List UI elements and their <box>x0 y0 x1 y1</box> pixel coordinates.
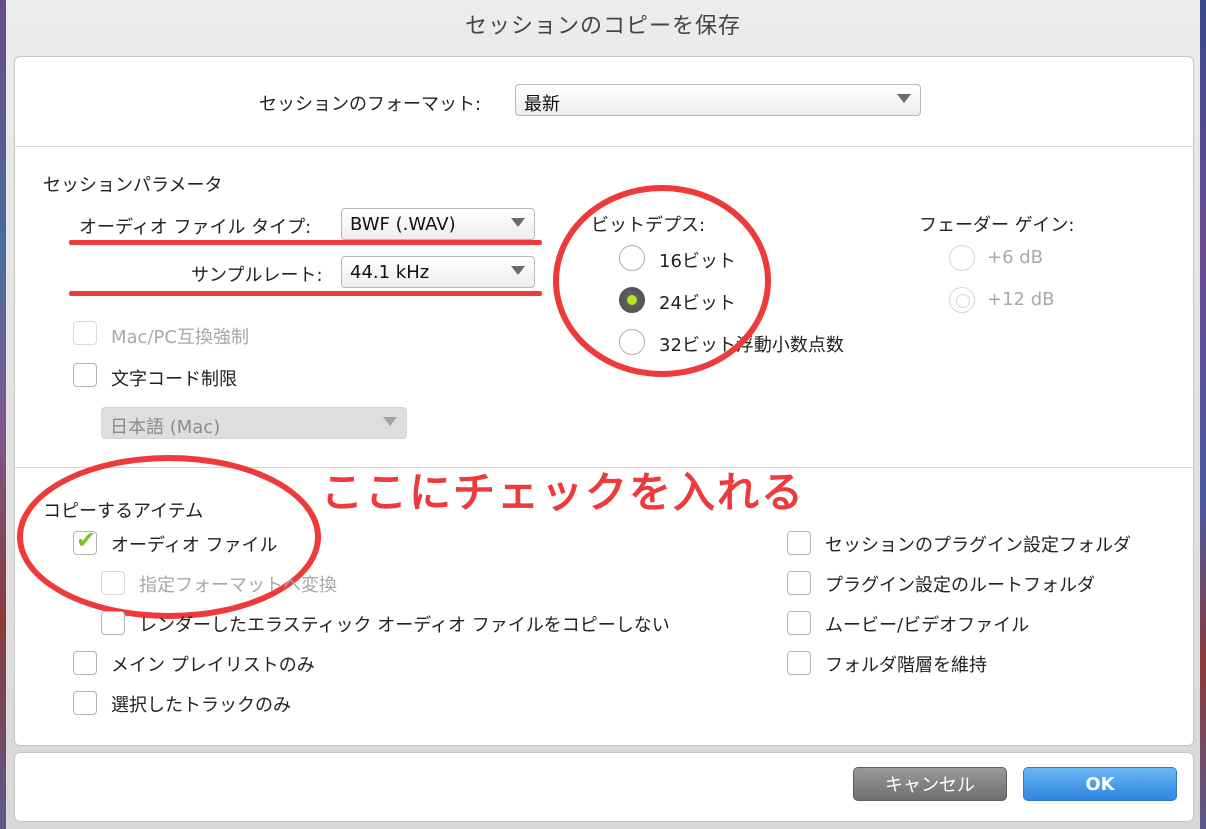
sample-rate-select[interactable]: 44.1 kHz <box>341 256 535 288</box>
fader-gain-6db-radio[interactable] <box>949 245 975 271</box>
audio-file-type-value: BWF (.WAV) <box>350 214 456 235</box>
audio-file-type-select[interactable]: BWF (.WAV) <box>341 208 535 240</box>
plugin-settings-folder-label: セッションのプラグイン設定フォルダ <box>825 535 1131 556</box>
chevron-down-icon <box>511 266 525 275</box>
plugin-settings-folder-checkbox[interactable] <box>787 531 811 555</box>
no-rendered-elastic-label: レンダーしたエラスティック オーディオ ファイルをコピーしない <box>139 615 670 636</box>
fader-gain-12db-label: +12 dB <box>987 289 1055 310</box>
annotation-underline <box>69 240 542 245</box>
main-playlist-only-label: メイン プレイリストのみ <box>111 655 315 676</box>
session-format-label: セッションのフォーマット: <box>259 94 482 115</box>
plugin-root-folder-checkbox[interactable] <box>787 571 811 595</box>
fader-gain-label: フェーダー ゲイン: <box>919 215 1075 236</box>
ok-button[interactable]: OK <box>1023 767 1177 801</box>
plugin-root-folder-label: プラグイン設定のルートフォルダ <box>825 575 1095 596</box>
mac-pc-compat-checkbox[interactable] <box>73 321 97 345</box>
fader-gain-6db-label: +6 dB <box>987 247 1044 268</box>
main-panel: セッションのフォーマット: 最新 セッションパラメータ オーディオ ファイル タ… <box>14 56 1194 746</box>
mac-pc-compat-label: Mac/PC互換強制 <box>111 327 249 348</box>
chevron-down-icon <box>383 417 397 426</box>
cancel-button[interactable]: キャンセル <box>853 767 1007 801</box>
no-rendered-elastic-checkbox[interactable] <box>101 611 125 635</box>
session-format-select[interactable]: 最新 <box>515 84 921 116</box>
chevron-down-icon <box>511 218 525 227</box>
convert-format-label: 指定フォーマットへ変換 <box>139 575 337 596</box>
fader-gain-12db-radio[interactable] <box>949 287 975 313</box>
main-playlist-only-checkbox[interactable] <box>73 651 97 675</box>
save-copy-dialog: セッションのコピーを保存 セッションのフォーマット: 最新 セッションパラメータ… <box>6 0 1200 829</box>
keep-folder-hierarchy-checkbox[interactable] <box>787 651 811 675</box>
char-code-limit-checkbox[interactable] <box>73 363 97 387</box>
sample-rate-value: 44.1 kHz <box>350 262 430 283</box>
session-params-heading: セッションパラメータ <box>43 175 223 196</box>
selected-tracks-only-label: 選択したトラックのみ <box>111 695 291 716</box>
sample-rate-label: サンプルレート: <box>191 265 323 286</box>
annotation-underline <box>69 291 542 296</box>
char-code-limit-label: 文字コード制限 <box>111 369 237 390</box>
convert-format-checkbox[interactable] <box>101 571 125 595</box>
char-code-select[interactable]: 日本語 (Mac) <box>101 407 407 439</box>
audio-file-type-label: オーディオ ファイル タイプ: <box>79 217 312 238</box>
dialog-title: セッションのコピーを保存 <box>464 14 741 39</box>
session-format-value: 最新 <box>524 94 560 115</box>
char-code-value: 日本語 (Mac) <box>110 417 221 438</box>
annotation-text: ここにチェックを入れる <box>321 468 806 517</box>
annotation-circle <box>553 185 771 377</box>
divider <box>15 146 1193 147</box>
selected-tracks-only-checkbox[interactable] <box>73 691 97 715</box>
keep-folder-hierarchy-label: フォルダ階層を維持 <box>825 655 987 676</box>
movie-video-files-label: ムービー/ビデオファイル <box>825 615 1030 636</box>
movie-video-files-checkbox[interactable] <box>787 611 811 635</box>
button-panel: キャンセル OK <box>14 752 1194 822</box>
chevron-down-icon <box>897 94 911 103</box>
